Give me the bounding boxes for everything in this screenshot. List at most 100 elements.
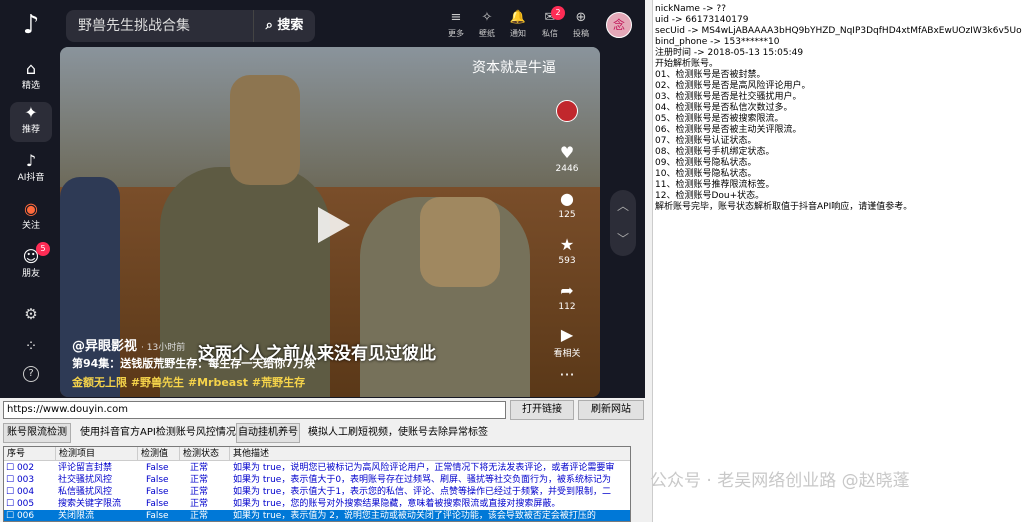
row-item: 搜索关键字限流	[58, 499, 122, 509]
log-line: secUid -> MS4wLjABAAAA3bHQ9bYHZD_NqIP3Dq…	[655, 26, 1022, 36]
more-icon[interactable]: ⁘	[21, 336, 41, 356]
log-output-panel[interactable]: nickName -> ?? uid -> 66173140179 secUid…	[652, 0, 1025, 522]
douyin-webview: ♪ ⌂ 精选 ✦ 推荐 ♪ AI抖音 ◉ 关注 ☺ 朋友 5 ⚙ ⁘ ? 野兽先…	[0, 0, 645, 398]
menu-icon: ≡	[450, 10, 462, 25]
messages-button[interactable]: ✉ 私信 2	[537, 6, 565, 39]
chevron-up-icon[interactable]: ︿	[610, 190, 636, 223]
column-header[interactable]: 序号	[4, 447, 56, 461]
user-avatar[interactable]: 念	[606, 12, 632, 38]
api-check-label: 使用抖音官方API检测账号风控情况	[80, 427, 236, 438]
more-menu-button[interactable]: ≡ 更多	[443, 8, 469, 39]
table-row[interactable]: ☐ 002 评论留言封禁 False 正常 如果为 true，说明您已被标记为高…	[4, 462, 630, 474]
log-line: 04、检测账号是否私信次数过多。	[655, 103, 793, 113]
sidebar-item-recommended[interactable]: ✦ 推荐	[10, 102, 52, 142]
chevron-down-icon[interactable]: ﹀	[610, 223, 636, 256]
column-header[interactable]: 其他描述	[230, 447, 630, 461]
play-icon[interactable]	[318, 207, 350, 243]
video-author[interactable]: @异眼影视 · 13小时前	[72, 335, 185, 354]
share-button[interactable]: ➦ 112	[548, 280, 586, 312]
table-row[interactable]: ☐ 005 搜索关键字限流 False 正常 如果为 true，您的账号对外搜索…	[4, 498, 630, 510]
table-row[interactable]: ☐ 004 私信骚扰风控 False 正常 如果为 true，表示值大于1，表示…	[4, 486, 630, 498]
log-line: 01、检测账号是否被封禁。	[655, 70, 766, 80]
upload-button[interactable]: ⊕ 投稿	[568, 8, 594, 39]
author-avatar[interactable]	[556, 100, 578, 122]
favorite-button[interactable]: ★ 593	[548, 234, 586, 266]
video-caption: 第94集：送钱版荒野生存：每生存一天给你7万块	[72, 357, 315, 370]
row-value: False	[146, 487, 169, 497]
row-item: 社交骚扰风控	[58, 475, 113, 485]
url-input[interactable]: https://www.douyin.com	[3, 401, 506, 419]
messages-badge: 2	[551, 6, 565, 20]
watermark: 公众号 · 老吴网络创业路 @赵晓蓬	[650, 471, 910, 491]
column-header[interactable]: 检测值	[138, 447, 180, 461]
heart-icon: ♥	[559, 143, 575, 162]
video-player[interactable]: 资本就是牛逼 这两个人之前从来没有见过彼此 @异眼影视 · 13小时前 第94集：…	[60, 47, 600, 397]
notifications-button[interactable]: 🔔 通知	[505, 8, 531, 39]
column-header[interactable]: 检测状态	[180, 447, 230, 461]
like-count: 2446	[555, 164, 579, 174]
sidebar-item-friends[interactable]: ☺ 朋友 5	[10, 242, 52, 286]
log-line: nickName -> ??	[655, 4, 726, 14]
home-icon: ⌂	[25, 59, 37, 78]
row-value: False	[146, 475, 169, 485]
ai-douyin-icon: ♪	[25, 151, 37, 170]
search-button-label: 搜索	[277, 18, 304, 33]
wallpaper-button[interactable]: ✧ 壁纸	[474, 8, 500, 39]
row-checkbox-id[interactable]: ☐ 004	[6, 486, 54, 498]
video-tags[interactable]: 金额无上限 #野兽先生 #Mrbeast #荒野生存	[72, 374, 305, 390]
sidebar-item-label: 推荐	[21, 125, 40, 135]
log-line: 09、检测账号隐私状态。	[655, 158, 757, 168]
douyin-logo-icon[interactable]: ♪	[16, 10, 46, 40]
sidebar-item-ai-douyin[interactable]: ♪ AI抖音	[10, 150, 52, 190]
video-nav-arrows: ︿ ﹀	[610, 190, 636, 256]
like-button[interactable]: ♥ 2446	[548, 142, 586, 174]
row-value: False	[146, 511, 169, 521]
row-checkbox-id[interactable]: ☐ 006	[6, 510, 54, 521]
row-checkbox-id[interactable]: ☐ 003	[6, 474, 54, 486]
row-checkbox-id[interactable]: ☐ 005	[6, 498, 54, 510]
sidebar-item-featured[interactable]: ⌂ 精选	[10, 58, 52, 98]
log-line: 12、检测账号Dou+状态。	[655, 191, 765, 201]
related-icon: ▶	[560, 325, 574, 344]
table-row-selected[interactable]: ☐ 006 关闭限流 False 正常 如果为 true，表示值为 2，说明您主…	[4, 510, 630, 521]
sidebar-item-following[interactable]: ◉ 关注	[10, 198, 52, 238]
sidebar-item-label: 精选	[21, 81, 40, 91]
row-description: 如果为 true，表示值为 2，说明您主动或被动关闭了评论功能，该会导致被否定会…	[233, 511, 596, 521]
top-icon-label: 私信	[542, 29, 558, 38]
open-link-button[interactable]: 打开链接	[510, 400, 574, 420]
log-line: 11、检测账号推荐限流标签。	[655, 180, 775, 190]
log-line: uid -> 66173140179	[655, 15, 749, 25]
search-input[interactable]: 野兽先生挑战合集 ⌕ 搜索	[66, 10, 315, 42]
row-checkbox-id[interactable]: ☐ 002	[6, 462, 54, 474]
row-status: 正常	[190, 487, 209, 497]
column-header[interactable]: 检测项目	[56, 447, 138, 461]
more-actions-button[interactable]: ···	[548, 364, 586, 386]
log-line: 06、检测账号是否被主动关评限流。	[655, 125, 802, 135]
person-right-bag	[420, 197, 500, 287]
sidebar-item-label: AI抖音	[17, 173, 45, 183]
search-query: 野兽先生挑战合集	[78, 18, 190, 34]
row-status: 正常	[190, 499, 209, 509]
log-line: 05、检测账号是否被搜索限流。	[655, 114, 784, 124]
share-count: 112	[558, 302, 576, 312]
checker-app-window: ♪ ⌂ 精选 ✦ 推荐 ♪ AI抖音 ◉ 关注 ☺ 朋友 5 ⚙ ⁘ ? 野兽先…	[0, 0, 648, 522]
row-description: 如果为 true，表示值大于0，表明账号存在过频骂、刷屏、骚扰等社交负面行为，被…	[233, 475, 612, 485]
video-time: · 13小时前	[141, 343, 186, 353]
help-icon[interactable]: ?	[23, 366, 39, 382]
star-icon: ★	[559, 235, 575, 254]
comment-button[interactable]: ● 125	[548, 188, 586, 220]
refresh-site-button[interactable]: 刷新网站	[578, 400, 644, 420]
settings-icon[interactable]: ⚙	[21, 304, 41, 324]
row-status: 正常	[190, 511, 209, 521]
related-button[interactable]: ▶ 看相关	[548, 324, 586, 359]
limit-check-button[interactable]: 账号限流检测	[3, 423, 71, 443]
search-button[interactable]: ⌕ 搜索	[253, 10, 315, 42]
log-line: 10、检测账号隐私状态。	[655, 169, 757, 179]
share-icon: ➦	[560, 281, 574, 300]
friends-badge: 5	[36, 242, 50, 256]
result-table[interactable]: 序号 检测项目 检测值 检测状态 其他描述 ☐ 002 评论留言封禁 False…	[3, 446, 631, 522]
log-line: 解析账号完毕，账号状态解析取值于抖音API响应，请谨值参考。	[655, 202, 913, 212]
table-row[interactable]: ☐ 003 社交骚扰风控 False 正常 如果为 true，表示值大于0，表明…	[4, 474, 630, 486]
auto-hang-button[interactable]: 自动挂机养号	[236, 423, 300, 443]
top-icon-label: 壁纸	[479, 29, 495, 38]
